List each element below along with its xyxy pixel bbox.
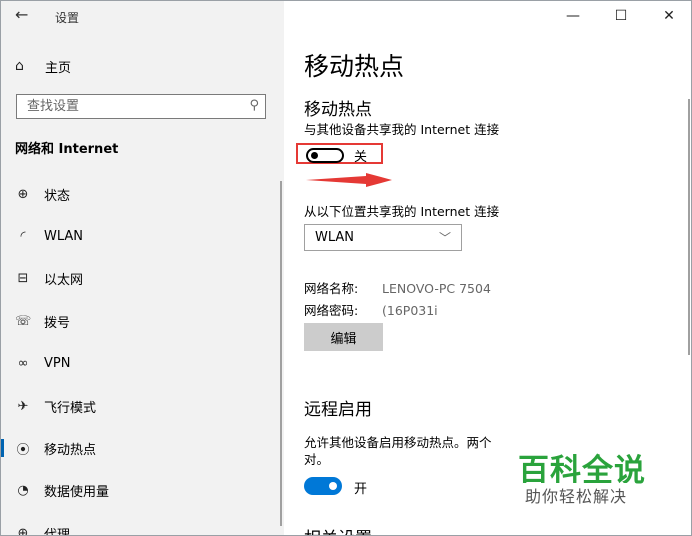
search-icon[interactable]: ⚲ <box>249 98 259 113</box>
remote-enable-toggle[interactable] <box>304 477 342 495</box>
remote-enable-state: 开 <box>354 482 368 497</box>
sidebar-scrollbar[interactable] <box>280 181 282 526</box>
network-name-label: 网络名称: <box>304 281 359 296</box>
sidebar-item-vpn[interactable]: ∞ VPN <box>1 343 284 385</box>
toggle-knob <box>311 152 318 159</box>
network-password-value: (16P031i <box>382 303 438 318</box>
maximize-button[interactable]: ☐ <box>597 1 645 31</box>
main-scrollbar[interactable] <box>688 99 690 355</box>
sidebar-item-label: WLAN <box>44 229 84 245</box>
sidebar-item-label: VPN <box>44 356 71 372</box>
sidebar-item-label: 代理 <box>44 527 71 536</box>
window-controls: — ☐ ✕ <box>549 1 691 31</box>
sidebar-item-label: 数据使用量 <box>44 485 110 501</box>
remote-enable-description: 允许其他设备启用移动热点。两个 对。 <box>304 435 492 467</box>
edit-button[interactable]: 编辑 <box>304 323 383 351</box>
back-arrow-icon[interactable]: ← <box>15 5 28 24</box>
hotspot-description: 与其他设备共享我的 Internet 连接 <box>304 122 500 137</box>
ethernet-icon: ⊟ <box>17 271 29 287</box>
hotspot-heading: 移动热点 <box>304 100 372 120</box>
network-name-row: 网络名称: LENOVO-PC 7504 <box>304 278 491 297</box>
close-button[interactable]: ✕ <box>645 1 691 31</box>
sidebar-item-label: 状态 <box>44 188 71 204</box>
app-title: 设置 <box>55 11 80 25</box>
title-bar: ← 设置 <box>1 1 284 31</box>
hotspot-toggle[interactable] <box>306 148 344 163</box>
sidebar-item-status[interactable]: ⊕ 状态 <box>1 173 284 215</box>
network-name-value: LENOVO-PC 7504 <box>382 281 491 296</box>
watermark-subtitle: 助你轻松解决 <box>523 483 630 507</box>
page-title: 移动热点 <box>304 52 405 81</box>
red-arrow-annotation <box>306 173 392 187</box>
sidebar-item-label: 主页 <box>45 60 72 76</box>
globe-icon: ⊕ <box>17 525 29 536</box>
highlight-box: 关 <box>296 143 383 165</box>
data-usage-icon: ◔ <box>17 483 29 499</box>
hotspot-toggle-state: 关 <box>354 150 368 165</box>
sidebar-item-mobile-hotspot[interactable]: ⦿ 移动热点 <box>1 427 284 469</box>
network-password-row: 网络密码: (16P031i <box>304 300 438 319</box>
sidebar-item-dialup[interactable]: ☏ 拨号 <box>1 300 284 342</box>
section-title: 网络和 Internet <box>15 142 119 157</box>
related-settings-heading: 相关设置 <box>304 524 372 535</box>
home-icon: ⌂ <box>15 58 24 74</box>
globe-icon: ⊕ <box>17 186 29 202</box>
share-from-label: 从以下位置共享我的 Internet 连接 <box>304 204 500 219</box>
sidebar-nav: ⊕ 状态 ◜ WLAN ⊟ 以太网 ☏ 拨号 ∞ VPN ✈ 飞行模式 ⦿ 移动… <box>1 173 284 536</box>
sidebar-item-label: 拨号 <box>44 315 71 331</box>
sidebar-item-data-usage[interactable]: ◔ 数据使用量 <box>1 470 284 512</box>
sidebar-item-wlan[interactable]: ◜ WLAN <box>1 215 284 257</box>
airplane-icon: ✈ <box>17 398 29 414</box>
chevron-down-icon: ﹀ <box>438 231 451 245</box>
sidebar-item-ethernet[interactable]: ⊟ 以太网 <box>1 258 284 300</box>
wifi-icon: ◜ <box>20 229 26 245</box>
sidebar-item-label: 飞行模式 <box>44 400 97 416</box>
minimize-button[interactable]: — <box>549 1 597 31</box>
sidebar-item-home[interactable]: ⌂ 主页 <box>15 55 71 77</box>
sidebar-item-label: 以太网 <box>44 273 84 289</box>
search-box[interactable]: ⚲ <box>16 94 266 119</box>
sidebar-item-airplane-mode[interactable]: ✈ 飞行模式 <box>1 385 284 427</box>
share-from-dropdown[interactable]: WLAN ﹀ <box>304 224 462 251</box>
sidebar-item-label: 移动热点 <box>44 443 97 459</box>
search-input[interactable] <box>25 98 239 115</box>
dropdown-value: WLAN <box>315 230 355 245</box>
vpn-icon: ∞ <box>17 356 29 372</box>
sidebar: ← 设置 ⌂ 主页 ⚲ 网络和 Internet ⊕ 状态 ◜ WLAN ⊟ 以… <box>1 1 284 535</box>
network-password-label: 网络密码: <box>304 303 359 318</box>
toggle-knob <box>329 482 337 490</box>
sidebar-item-proxy[interactable]: ⊕ 代理 <box>1 512 284 536</box>
dialup-icon: ☏ <box>15 313 32 329</box>
remote-enable-heading: 远程启用 <box>304 400 372 420</box>
hotspot-icon: ⦿ <box>16 443 30 459</box>
